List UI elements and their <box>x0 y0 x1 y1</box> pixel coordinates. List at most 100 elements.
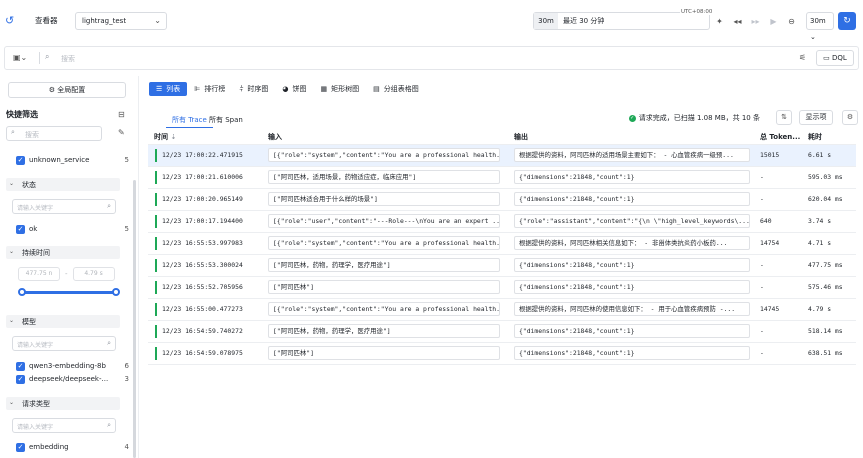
cell-duration: 620.04 ms <box>802 188 856 211</box>
display-items-button[interactable]: 显示项 <box>799 110 833 125</box>
pin-icon[interactable]: ✦ <box>715 17 724 26</box>
cell-output: {"dimensions":21848,"count":1} <box>508 254 754 277</box>
duration-max-input[interactable]: 4.79 s <box>72 267 115 281</box>
panel-collapse-icon[interactable]: ⊟ <box>118 110 125 119</box>
cell-duration: 575.46 ms <box>802 276 856 299</box>
search-icon: ⌕ <box>107 202 111 210</box>
search-bar: ▣⌄ ⌕ 搜索 ⚟ ▭ DQL <box>4 46 859 70</box>
section-request-type[interactable]: ⌄ 请求类型 <box>6 397 120 410</box>
cell-input-text: [{"role":"user","content":"---Role---\nY… <box>268 214 500 228</box>
subtab-all-span[interactable]: 所有 Span <box>203 112 249 128</box>
duration-min-input[interactable]: 477.75 n <box>18 267 60 281</box>
cell-input: [{"role":"system","content":"You are a p… <box>262 232 508 255</box>
table-row[interactable]: 12/23 16:55:52.705956 ["阿司匹林"] {"dimension… <box>148 276 856 299</box>
cell-time: 12/23 17:00:20.965149 <box>148 188 262 211</box>
columns-icon[interactable]: ⇅ <box>776 110 792 125</box>
filter-item-status[interactable]: ✓ ok 5 <box>16 224 129 234</box>
global-config-label: 全局配置 <box>57 86 86 94</box>
tab-ranking[interactable]: ⊫ 排行榜 <box>187 82 232 96</box>
table-row[interactable]: 12/23 16:55:53.997983 [{"role":"system","… <box>148 232 856 255</box>
slider-min-handle[interactable] <box>18 288 26 296</box>
cell-time: 12/23 17:00:21.610006 <box>148 166 262 189</box>
success-icon: ✓ <box>628 114 636 122</box>
gear-icon[interactable]: ⚙ <box>842 110 858 125</box>
gear-icon: ⚙ <box>48 86 58 94</box>
filter-search-placeholder: 搜索 <box>25 131 39 139</box>
filter-settings-icon[interactable]: ⚟ <box>799 53 806 62</box>
filter-item-model[interactable]: ✓ qwen3-embedding-8b 6 <box>16 361 129 371</box>
column-header-duration[interactable]: 耗时 <box>802 130 856 145</box>
checkbox-checked-icon: ✓ <box>16 224 25 234</box>
dql-button[interactable]: ▭ DQL <box>816 50 854 66</box>
table-row[interactable]: 12/23 16:55:00.477273 [{"role":"system","… <box>148 298 856 321</box>
tab-pie[interactable]: ◕ 饼图 <box>275 82 313 96</box>
back-icon[interactable]: ↺ <box>5 15 17 27</box>
checkbox-checked-icon: ✓ <box>16 361 25 371</box>
save-icon[interactable]: ▣⌄ <box>13 53 27 62</box>
section-model[interactable]: ⌄ 模型 <box>6 315 120 328</box>
cell-duration: 477.75 ms <box>802 254 856 277</box>
column-header-output[interactable]: 输出 <box>508 130 754 145</box>
status-keyword-input[interactable]: 请输入关键字 ⌕ <box>12 199 116 214</box>
play-icon[interactable]: ▶ <box>769 17 778 26</box>
table-row[interactable]: 12/23 17:00:22.471915 [{"role":"system","… <box>148 144 856 167</box>
tab-timeseries[interactable]: ⫩ 时序图 <box>232 82 275 96</box>
cell-output-text: {"dimensions":21848,"count":1} <box>514 280 750 294</box>
forward-icon[interactable]: ▸▸ <box>751 17 760 26</box>
rewind-icon[interactable]: ◂◂ <box>733 17 742 26</box>
table-row[interactable]: 12/23 16:54:59.740272 ["阿司匹林，药物，药理学，医疗用途"… <box>148 320 856 343</box>
zoom-out-icon[interactable]: ⊖ <box>787 17 796 26</box>
refresh-button[interactable]: ↻ <box>838 12 856 30</box>
cell-duration: 6.61 s <box>802 144 856 167</box>
model-keyword-input[interactable]: 请输入关键字 ⌕ <box>12 336 116 351</box>
scrollbar[interactable] <box>133 180 136 458</box>
edit-icon[interactable]: ✎ <box>118 128 125 137</box>
section-status[interactable]: ⌄ 状态 <box>6 178 120 191</box>
table-row[interactable]: 12/23 16:55:53.300024 ["阿司匹林，药物，药理学，医疗用途"… <box>148 254 856 277</box>
tab-list[interactable]: ☰ 列表 <box>149 82 188 96</box>
tab-grouped-table[interactable]: ▤ 分组表格图 <box>366 82 426 96</box>
cell-input: ["阿司匹林适合用于什么样的场景"] <box>262 188 508 211</box>
section-title: 状态 <box>22 181 36 189</box>
search-input[interactable]: 搜索 <box>61 54 75 64</box>
tab-label: 饼图 <box>292 85 307 93</box>
table-row[interactable]: 12/23 17:00:20.965149 ["阿司匹林适合用于什么样的场景"] {… <box>148 188 856 211</box>
checkbox-checked-icon: ✓ <box>16 155 25 165</box>
section-duration[interactable]: ⌄ 持续时间 <box>6 246 120 259</box>
cell-input: ["阿司匹林，适用场景，药物适应症，临床应用"] <box>262 166 508 189</box>
filter-search-input[interactable]: ⌕ 搜索 <box>6 126 102 141</box>
filter-item-service[interactable]: ✓ unknown_service 5 <box>16 155 129 165</box>
cell-duration: 4.79 s <box>802 298 856 321</box>
duration-slider[interactable] <box>18 288 120 296</box>
checkbox-checked-icon: ✓ <box>16 374 25 384</box>
view-tabs: ☰ 列表 ⊫ 排行榜 ⫩ 时序图 ◕ 饼图 ▦ 矩形树图 ▤ 分组表格图 <box>149 82 426 96</box>
filter-item-request-type[interactable]: ✓ embedding 4 <box>16 442 129 452</box>
table-row[interactable]: 12/23 17:00:21.610006 ["阿司匹林，适用场景，药物适应症，临… <box>148 166 856 189</box>
cell-tokens: - <box>754 342 802 365</box>
tab-treemap[interactable]: ▦ 矩形树图 <box>314 82 367 96</box>
viewer-label[interactable]: 查看器 <box>28 12 66 30</box>
cell-time-text: 12/23 17:00:22.471915 <box>162 151 243 159</box>
global-config-button[interactable]: ⚙ 全局配置 <box>8 82 126 98</box>
cell-output-text: {"dimensions":21848,"count":1} <box>514 346 750 360</box>
filter-item-model[interactable]: ✓ deepseek/deepseek-... 3 <box>16 374 129 384</box>
cell-tokens: 14745 <box>754 298 802 321</box>
request-type-keyword-input[interactable]: 请输入关键字 ⌕ <box>12 418 116 433</box>
code-icon: ▭ <box>823 54 833 62</box>
column-header-time[interactable]: 时间 ⇣ <box>148 130 262 145</box>
chevron-down-icon: ⌄ <box>9 248 15 255</box>
table-row[interactable]: 12/23 16:54:59.078975 ["阿司匹林"] {"dimension… <box>148 342 856 365</box>
status-bar <box>155 192 157 206</box>
column-header-tokens[interactable]: 总 Token... <box>754 130 802 145</box>
project-select[interactable]: lightrag_test ⌄ <box>75 12 167 30</box>
refresh-interval-select[interactable]: 30m ⌄ <box>806 12 834 41</box>
slider-max-handle[interactable] <box>112 288 120 296</box>
cell-input: ["阿司匹林"] <box>262 276 508 299</box>
cell-output: 根据提供的资料，阿司匹林的适用场景主要如下： - 心血管疾病一级预... <box>508 144 754 167</box>
table-row[interactable]: 12/23 17:00:17.194400 [{"role":"user","co… <box>148 210 856 233</box>
status-bar <box>155 280 157 294</box>
query-status: ✓ 请求完成，已扫描 1.08 MB，共 10 条 <box>628 113 760 123</box>
cell-time-text: 12/23 16:54:59.740272 <box>162 327 243 335</box>
column-header-input[interactable]: 输入 <box>262 130 508 145</box>
cell-time-text: 12/23 16:55:53.300024 <box>162 261 243 269</box>
